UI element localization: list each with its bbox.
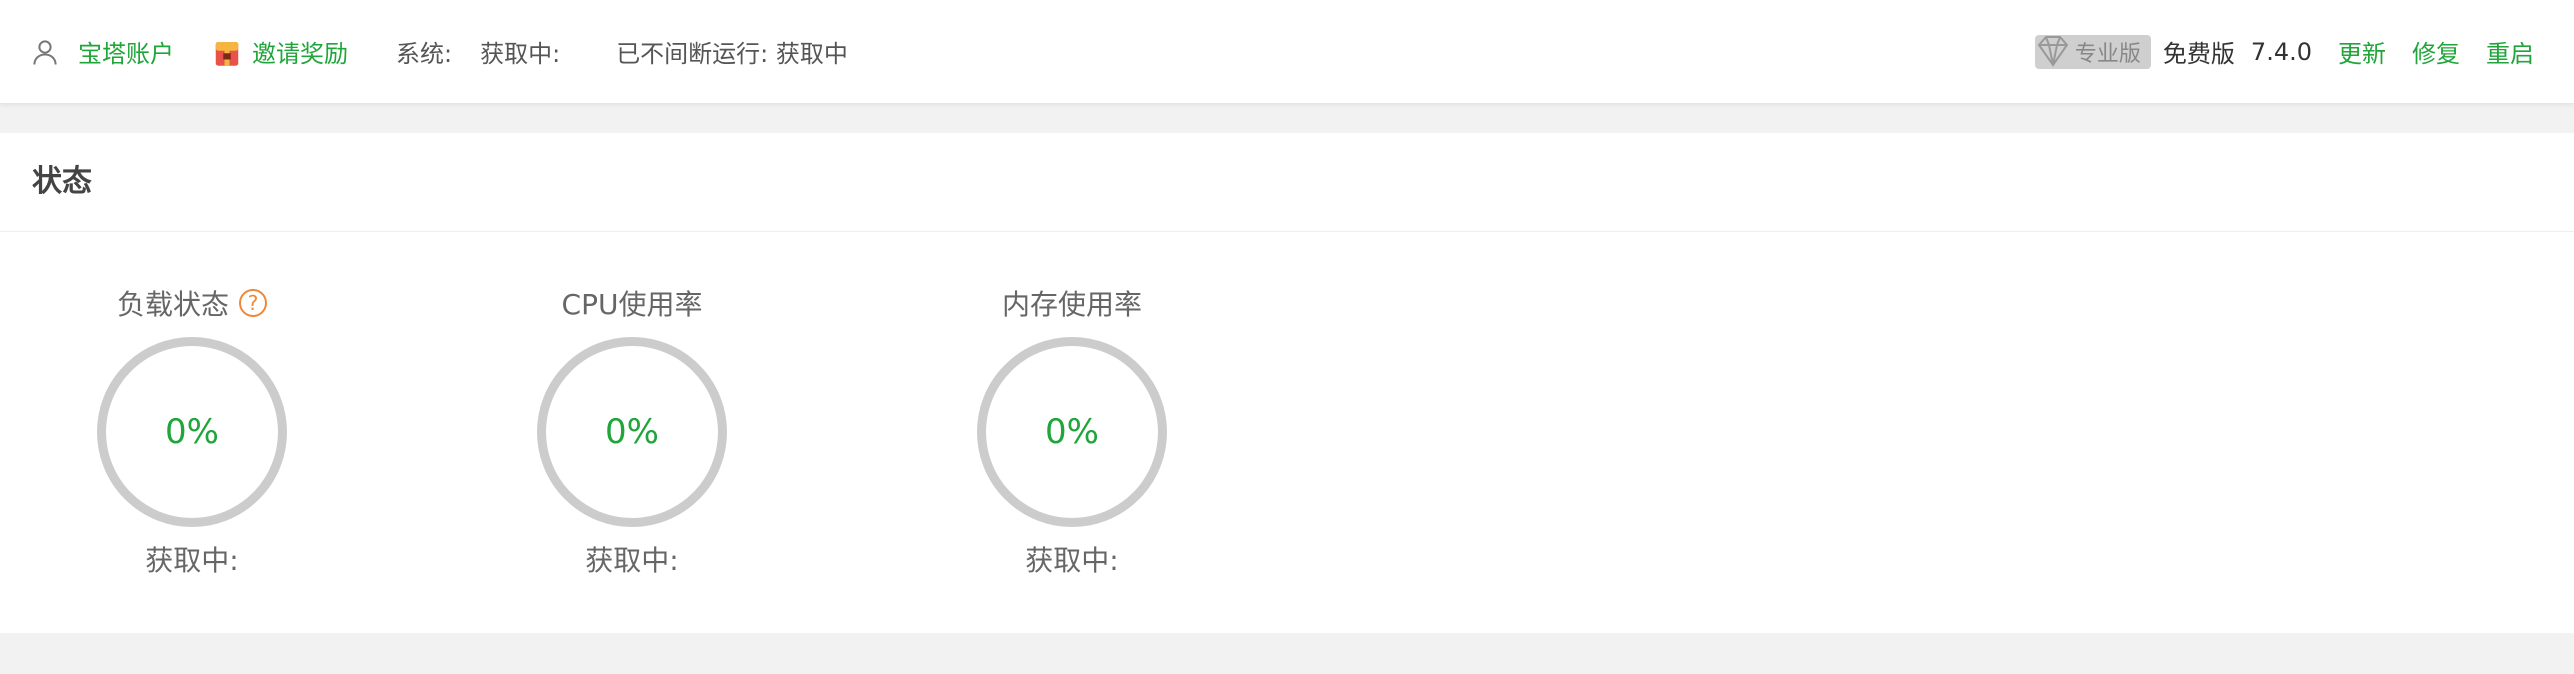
invite-label: 邀请奖励 xyxy=(252,40,348,68)
header-left: 宝塔账户 邀请奖励 系统: 获取中: 已不间断运行: 获取中 xyxy=(30,0,848,103)
memory-gauge[interactable]: 内存使用率 0% 获取中: xyxy=(952,283,1192,579)
cpu-gauge[interactable]: CPU使用率 0% 获取中: xyxy=(512,283,752,579)
free-edition-label: 免费版 xyxy=(2162,40,2235,68)
cpu-value: 0% xyxy=(605,412,659,452)
gauge-ring: 0% xyxy=(537,337,727,527)
status-card: 状态 负载状态 ? 0% 获取中: CPU使用率 0% 获取中: 内存使用率 0… xyxy=(0,133,2574,633)
gauge-ring: 0% xyxy=(977,337,1167,527)
system-info: 系统: 获取中: xyxy=(396,34,560,69)
top-header: 宝塔账户 邀请奖励 系统: 获取中: 已不间断运行: 获取中 专业版 免费版 7… xyxy=(0,0,2574,104)
gauge-ring: 0% xyxy=(97,337,287,527)
gauge-label: 内存使用率 xyxy=(952,283,1192,323)
cpu-status: 获取中: xyxy=(585,544,679,577)
memory-value: 0% xyxy=(1045,412,1099,452)
diamond-icon xyxy=(2037,35,2069,67)
uptime-label: 已不间断运行: 获取中 xyxy=(616,40,848,68)
invite-link[interactable]: 邀请奖励 xyxy=(214,34,348,69)
account-link[interactable]: 宝塔账户 xyxy=(30,34,174,69)
user-icon xyxy=(33,39,57,65)
help-icon[interactable]: ? xyxy=(239,289,267,317)
system-value: 获取中: xyxy=(480,40,561,68)
gift-icon xyxy=(215,41,239,66)
version-number: 7.4.0 xyxy=(2250,37,2312,66)
load-gauge[interactable]: 负载状态 ? 0% 获取中: xyxy=(72,283,312,579)
uptime-info: 已不间断运行: 获取中 xyxy=(616,34,848,69)
header-right: 专业版 免费版 7.4.0 更新 修复 重启 xyxy=(2034,0,2534,103)
memory-label: 内存使用率 xyxy=(1001,288,1142,321)
account-label: 宝塔账户 xyxy=(78,40,174,68)
gauge-label: 负载状态 ? xyxy=(72,283,312,323)
load-label: 负载状态 xyxy=(116,288,229,321)
load-value: 0% xyxy=(165,412,219,452)
system-label: 系统: xyxy=(396,40,453,68)
load-status: 获取中: xyxy=(145,544,239,577)
status-card-title: 状态 xyxy=(0,133,2574,232)
cpu-label: CPU使用率 xyxy=(561,288,703,321)
update-link[interactable]: 更新 xyxy=(2338,34,2386,69)
repair-link[interactable]: 修复 xyxy=(2412,34,2460,69)
pro-edition-badge[interactable]: 专业版 xyxy=(2034,34,2151,69)
restart-link[interactable]: 重启 xyxy=(2486,34,2534,69)
pro-label: 专业版 xyxy=(2074,41,2141,67)
gauge-label: CPU使用率 xyxy=(512,283,752,323)
memory-status: 获取中: xyxy=(1025,544,1119,577)
